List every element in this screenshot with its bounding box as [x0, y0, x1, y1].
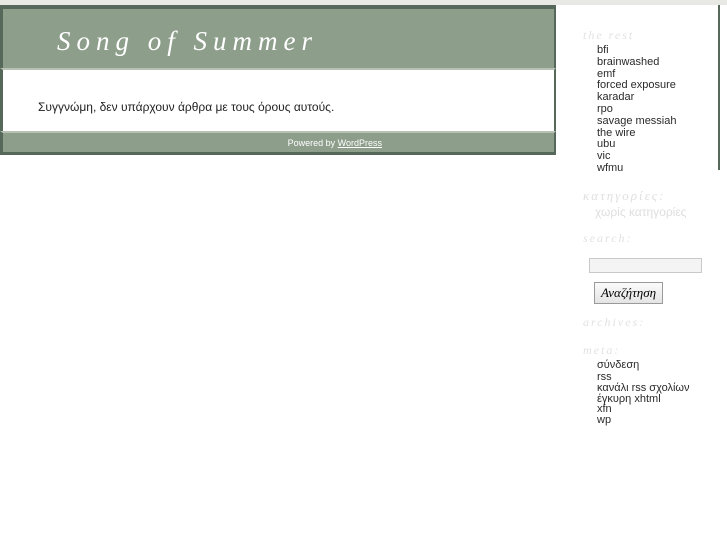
content-area: Συγγνώμη, δεν υπάρχουν άρθρα με τους όρο…	[0, 68, 556, 131]
wordpress-link[interactable]: WordPress	[338, 138, 382, 148]
main-column: Song of Summer Συγγνώμη, δεν υπάρχουν άρ…	[0, 5, 556, 155]
sidebar-heading-the-rest: the rest	[583, 28, 635, 42]
site-footer: Powered by WordPress	[0, 131, 556, 155]
sidebar-heading-meta: meta:	[583, 343, 621, 357]
link-the-wire[interactable]: the wire	[597, 127, 636, 139]
link-vic[interactable]: vic	[597, 150, 610, 162]
link-brainwashed[interactable]: brainwashed	[597, 56, 659, 68]
sidebar-heading-archives: archives:	[583, 315, 646, 329]
page-title: Song of Summer	[57, 26, 318, 56]
search-form	[589, 258, 702, 304]
link-forced-exposure[interactable]: forced exposure	[597, 79, 676, 91]
no-posts-message: Συγγνώμη, δεν υπάρχουν άρθρα με τους όρο…	[38, 100, 335, 114]
list-item: wp	[597, 414, 690, 427]
powered-by-label: Powered by	[287, 138, 338, 148]
list-item: χωρίς κατηγορίες	[595, 205, 686, 219]
sidebar-heading-search: search:	[583, 231, 633, 245]
sidebar-block-the-rest: the rest bfi brainwashed emf forced expo…	[583, 28, 677, 175]
category-uncategorized[interactable]: χωρίς κατηγορίες	[595, 205, 686, 219]
sidebar-divider	[718, 5, 720, 170]
meta-link-list: σύνδεση rss κανάλι rss σχολίων έγκυρη xh…	[583, 359, 690, 427]
sidebar-heading-categories: κατηγορίες:	[583, 188, 666, 203]
search-submit-button[interactable]	[594, 282, 664, 304]
site-header: Song of Summer	[0, 5, 556, 68]
link-emf[interactable]: emf	[597, 68, 615, 80]
the-rest-link-list: bfi brainwashed emf forced exposure kara…	[583, 44, 677, 175]
sidebar-block-search: search:	[583, 231, 702, 304]
sidebar-block-archives: archives:	[583, 315, 645, 330]
link-wfmu[interactable]: wfmu	[597, 162, 623, 174]
list-item: wfmu	[597, 162, 677, 175]
link-savage-messiah[interactable]: savage messiah	[597, 115, 677, 127]
sidebar-block-categories: κατηγορίες: χωρίς κατηγορίες	[583, 188, 686, 219]
footer-credit: Powered by WordPress	[288, 138, 382, 148]
search-input[interactable]	[589, 258, 702, 273]
meta-login-link[interactable]: σύνδεση	[597, 359, 639, 371]
sidebar-block-meta: meta: σύνδεση rss κανάλι rss σχολίων έγκ…	[583, 343, 690, 426]
meta-rss-link[interactable]: rss	[597, 371, 612, 383]
link-ubu[interactable]: ubu	[597, 138, 615, 150]
link-karadar[interactable]: karadar	[597, 91, 634, 103]
link-bfi[interactable]: bfi	[597, 44, 609, 56]
link-rpo[interactable]: rpo	[597, 103, 613, 115]
category-list: χωρίς κατηγορίες	[583, 205, 686, 219]
meta-wp-link[interactable]: wp	[597, 414, 611, 426]
